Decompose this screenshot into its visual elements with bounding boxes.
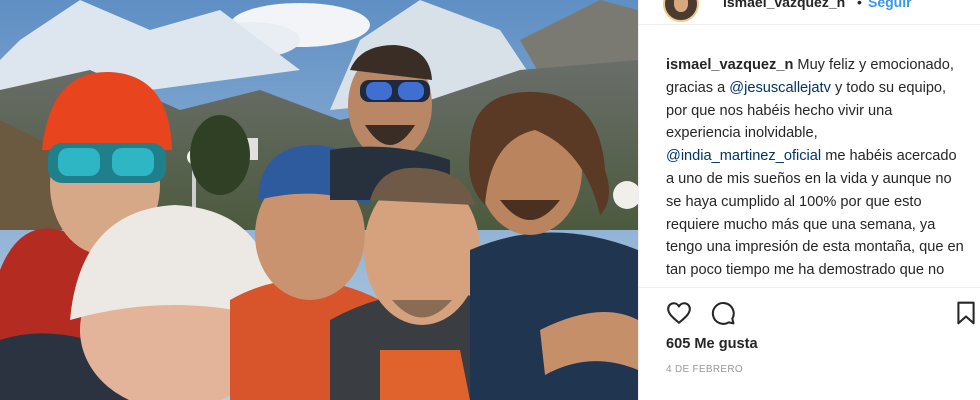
post-photo[interactable] [0,0,638,400]
group-selfie-image [0,0,638,400]
post-caption: ismael_vazquez_n Muy feliz y emocionado,… [666,54,966,286]
mention-link-india-martinez-oficial[interactable]: @india_martinez_oficial [666,148,821,164]
bookmark-icon[interactable] [953,300,979,326]
post-header: ismael_vazquez_n • Seguir [639,0,980,25]
caption-username-link[interactable]: ismael_vazquez_n [666,57,793,73]
heart-outline-icon[interactable] [666,300,692,326]
follow-button[interactable]: Seguir [868,0,912,10]
avatar[interactable] [663,0,699,22]
instagram-post: ismael_vazquez_n • Seguir ismael_vazquez… [0,0,980,400]
likes-count[interactable]: 605 Me gusta [666,336,758,352]
post-date[interactable]: 4 DE FEBRERO [666,364,743,375]
header-username-link[interactable]: ismael_vazquez_n [723,0,845,10]
header-separator: • [857,0,862,10]
caption-text-part: me habéis acercado a uno de mis sueños e… [666,148,964,286]
post-side-panel: ismael_vazquez_n • Seguir ismael_vazquez… [638,0,980,400]
speech-bubble-icon[interactable] [710,300,736,326]
mention-link-jesuscallejatv[interactable]: @jesuscallejatv [729,80,831,96]
